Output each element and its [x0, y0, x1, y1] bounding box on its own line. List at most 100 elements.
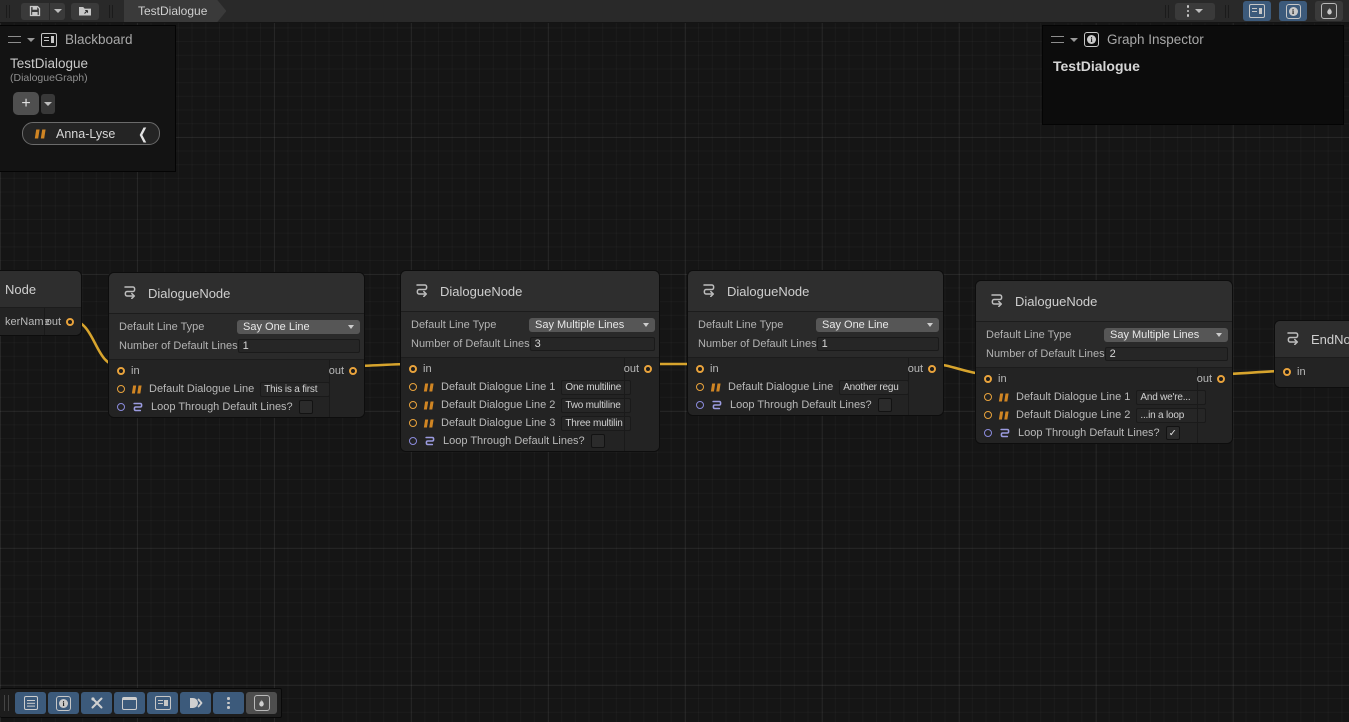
blackboard-variable[interactable]: Anna-Lyse ❮ [22, 122, 160, 145]
toggle-console-button[interactable] [15, 692, 46, 714]
save-button[interactable] [21, 3, 49, 20]
blackboard-graph-info: TestDialogue (DialogueGraph) [0, 53, 175, 84]
toolbar-options-button[interactable] [213, 692, 244, 714]
open-asset-button[interactable] [71, 3, 99, 20]
string-port[interactable] [409, 401, 417, 409]
property-row: Number of Default Lines 3 [401, 336, 659, 352]
toolbar-separator [1165, 5, 1169, 18]
add-variable-dropdown[interactable] [41, 94, 55, 114]
dialogue-node-3[interactable]: DialogueNode Default Line Type Say One L… [687, 270, 944, 416]
toggle-tools-button[interactable] [81, 692, 112, 714]
num-default-lines-input[interactable]: 1 [238, 339, 360, 353]
in-port[interactable] [696, 365, 704, 373]
line-type-dropdown[interactable]: Say Multiple Lines [1104, 328, 1228, 342]
transition-icon [188, 697, 203, 709]
dialogue-line-field[interactable]: And we're... [1136, 390, 1206, 405]
node-header[interactable]: DialogueNode [976, 281, 1232, 322]
port-label: Default Dialogue Line 2 [1016, 409, 1130, 421]
collapse-chevron-icon[interactable] [1070, 38, 1078, 42]
node-header[interactable]: EndNode [1275, 321, 1349, 358]
toggle-preview-button[interactable] [246, 692, 277, 714]
chevron-down-icon [54, 9, 62, 13]
loop-checkbox[interactable] [299, 400, 313, 414]
graph-inspector-panel: i Graph Inspector TestDialogue [1042, 25, 1344, 125]
save-dropdown-button[interactable] [50, 3, 65, 20]
toggle-blackboard-button[interactable] [1243, 1, 1271, 21]
bool-port[interactable] [117, 403, 125, 411]
in-label: in [1297, 366, 1306, 378]
toggle-transition-button[interactable] [180, 692, 211, 714]
breadcrumb[interactable]: TestDialogue [124, 0, 226, 22]
in-label: in [423, 363, 432, 375]
toolbar-drag-handle[interactable] [4, 695, 9, 711]
toggle-blackboard-button[interactable] [147, 692, 178, 714]
loop-checkbox[interactable] [591, 434, 605, 448]
node-header[interactable]: Node [0, 271, 81, 308]
dialogue-line-field[interactable]: Another regu [839, 380, 909, 395]
expose-chevron-icon[interactable]: ❮ [138, 125, 148, 143]
toggle-inspector-button[interactable]: i [1279, 1, 1307, 21]
add-variable-button[interactable]: + [13, 92, 39, 115]
dialogue-line-field[interactable]: ...in a loop [1136, 408, 1206, 423]
num-default-lines-input[interactable]: 2 [1105, 347, 1228, 361]
toggle-info-button[interactable]: i [48, 692, 79, 714]
in-port[interactable] [984, 375, 992, 383]
out-port[interactable] [66, 318, 74, 326]
string-port[interactable] [984, 411, 992, 419]
bool-port[interactable] [984, 429, 992, 437]
window-icon [122, 697, 137, 710]
toolbar-right-group: i [1159, 1, 1343, 21]
options-menu-button[interactable] [1175, 3, 1215, 20]
blackboard-header[interactable]: Blackboard [0, 26, 175, 53]
dialogue-line-field[interactable]: Three multilin [561, 416, 631, 431]
toggle-window-button[interactable] [114, 692, 145, 714]
inspector-header[interactable]: i Graph Inspector [1043, 26, 1343, 53]
drag-handle-icon[interactable] [8, 36, 21, 43]
string-port[interactable] [409, 383, 417, 391]
property-row: Default Line Type Say Multiple Lines [976, 327, 1232, 343]
blackboard-icon [1249, 4, 1265, 18]
string-port[interactable] [984, 393, 992, 401]
dialogue-node-2[interactable]: DialogueNode Default Line Type Say Multi… [400, 270, 660, 452]
string-port[interactable] [409, 419, 417, 427]
in-port[interactable] [117, 367, 125, 375]
folder-icon [78, 5, 92, 17]
num-default-lines-input[interactable]: 3 [530, 337, 655, 351]
end-node[interactable]: EndNode in [1274, 320, 1349, 388]
out-port[interactable] [1217, 375, 1225, 383]
num-default-lines-input[interactable]: 1 [817, 337, 939, 351]
dialogue-line-field[interactable]: One multiline [561, 380, 631, 395]
bool-port[interactable] [696, 401, 704, 409]
drag-handle-icon[interactable] [1051, 36, 1064, 43]
dialogue-node-1[interactable]: DialogueNode Default Line Type Say One L… [108, 272, 365, 418]
string-port[interactable] [117, 385, 125, 393]
line-type-dropdown[interactable]: Say One Line [816, 318, 939, 332]
port-row: Default Dialogue Line 1 One multiline [401, 378, 625, 396]
speaker-node-partial[interactable]: Node kerName out [0, 270, 82, 336]
in-port[interactable] [409, 365, 417, 373]
string-port[interactable] [696, 383, 704, 391]
chevron-down-icon [44, 102, 52, 106]
toggle-preview-button[interactable] [1315, 1, 1343, 21]
node-header[interactable]: DialogueNode [688, 271, 943, 312]
line-type-dropdown[interactable]: Say One Line [237, 320, 360, 334]
inspector-title: Graph Inspector [1107, 32, 1204, 47]
out-port[interactable] [928, 365, 936, 373]
line-type-dropdown[interactable]: Say Multiple Lines [529, 318, 655, 332]
loop-checkbox[interactable] [878, 398, 892, 412]
dialogue-node-4[interactable]: DialogueNode Default Line Type Say Multi… [975, 280, 1233, 444]
chevron-down-icon [927, 323, 933, 327]
collapse-chevron-icon[interactable] [27, 38, 35, 42]
node-header[interactable]: DialogueNode [401, 271, 659, 312]
out-port[interactable] [349, 367, 357, 375]
dialogue-line-field[interactable]: This is a first [260, 382, 330, 397]
property-row: Default Line Type Say One Line [688, 317, 943, 333]
port-row: in [401, 360, 625, 378]
dialogue-line-field[interactable]: Two multiline [561, 398, 631, 413]
loop-checkbox[interactable]: ✓ [1166, 426, 1180, 440]
bool-port[interactable] [409, 437, 417, 445]
property-row: Default Line Type Say One Line [109, 319, 364, 335]
out-port[interactable] [644, 365, 652, 373]
in-port[interactable] [1283, 368, 1291, 376]
node-header[interactable]: DialogueNode [109, 273, 364, 314]
